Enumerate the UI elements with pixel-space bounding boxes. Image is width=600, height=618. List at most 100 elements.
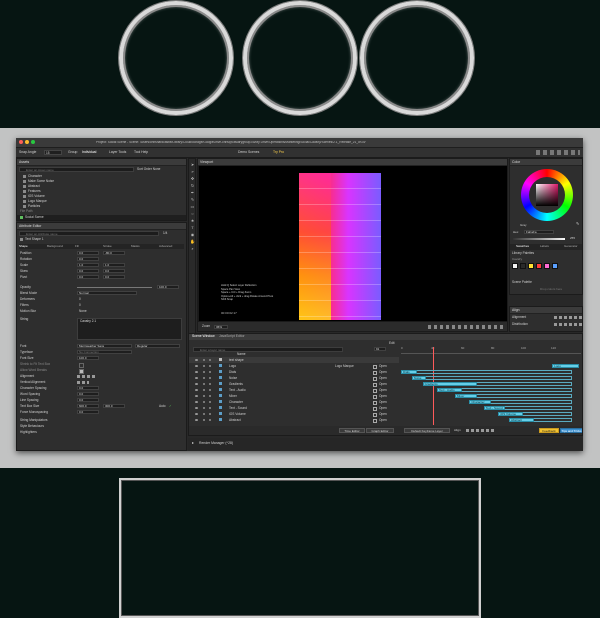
zoom-select[interactable]: 36%: [214, 325, 228, 329]
render-manager-arrow-icon[interactable]: ▸: [192, 441, 194, 445]
timeline-bar[interactable]: Mixer: [455, 394, 477, 398]
solo-icon[interactable]: [209, 377, 211, 379]
attribute-search-input[interactable]: Enter an Attribute name: [19, 231, 159, 236]
graph-editor-button[interactable]: Graph Editor: [366, 428, 394, 433]
camera-tool-icon[interactable]: ◉: [190, 232, 195, 237]
hand-tool-icon[interactable]: ✋: [190, 239, 195, 244]
maximize-window-button[interactable]: [31, 140, 35, 144]
lock-icon[interactable]: [203, 359, 205, 361]
text-tool-icon[interactable]: T: [190, 225, 195, 230]
tab-scene-window[interactable]: Scene Window: [192, 334, 215, 338]
text-box-height-field[interactable]: 300.0: [103, 404, 125, 408]
rotate-tool-icon[interactable]: ↻: [190, 183, 195, 188]
auto-check-icon[interactable]: ✓: [169, 404, 172, 409]
try-pro-button[interactable]: Try Pro: [273, 150, 284, 154]
timeline-bar[interactable]: Dials: [401, 370, 418, 374]
open-checkbox-icon[interactable]: [373, 419, 377, 423]
attribute-value-x[interactable]: 0.0: [77, 251, 99, 255]
time-editor-button[interactable]: Time Editor: [339, 428, 365, 433]
color-swatch[interactable]: [536, 263, 542, 269]
text-box-width-field[interactable]: 600.0: [77, 404, 99, 408]
star-tool-icon[interactable]: ★: [190, 218, 195, 223]
pen-tool-icon[interactable]: ✒: [190, 190, 195, 195]
saturation-square[interactable]: [536, 184, 558, 206]
visibility-eye-icon[interactable]: [195, 377, 198, 379]
current-frame-field[interactable]: 91: [374, 347, 386, 351]
assets-scene-row[interactable]: Social Scene: [17, 215, 186, 220]
lock-icon[interactable]: [203, 377, 205, 379]
lock-icon[interactable]: [203, 383, 205, 385]
character-spacing-field[interactable]: 0.0: [77, 386, 99, 390]
visibility-eye-icon[interactable]: [195, 419, 198, 421]
tab-shape[interactable]: Shape: [19, 245, 28, 248]
font-style-select[interactable]: Regular: [135, 344, 180, 348]
tips-and-tricks-button[interactable]: Tips and Tricks: [560, 428, 582, 433]
visibility-eye-icon[interactable]: [195, 407, 198, 409]
highlighters-row[interactable]: Highlighters: [17, 430, 186, 435]
solo-icon[interactable]: [209, 365, 211, 367]
pencil-tool-icon[interactable]: ✎: [190, 197, 195, 202]
hex-field[interactable]: FaFaFa: [524, 230, 554, 234]
timeline-bar[interactable]: Character: [469, 400, 491, 404]
color-tab-generator[interactable]: Generator: [564, 245, 578, 248]
zoom-tool-icon[interactable]: ⌕: [190, 246, 195, 251]
close-window-button[interactable]: [19, 140, 23, 144]
ellipse-tool-icon[interactable]: ○: [190, 211, 195, 216]
solo-icon[interactable]: [209, 413, 211, 415]
minimize-window-button[interactable]: [25, 140, 29, 144]
string-textarea[interactable]: Cavalry 2.1: [77, 318, 182, 340]
timeline-bar[interactable]: Abstract: [509, 418, 535, 422]
timeline-bar[interactable]: Noise: [411, 376, 427, 380]
drop-colors-area[interactable]: Drop colors here: [540, 288, 562, 291]
tab-advanced[interactable]: Advanced: [159, 245, 172, 248]
solo-icon[interactable]: [209, 419, 211, 421]
timeline-bar[interactable]: Gradients: [422, 382, 477, 386]
feedback-button[interactable]: Feedback: [539, 428, 559, 433]
color-swatch[interactable]: [528, 263, 534, 269]
lock-icon[interactable]: [203, 365, 205, 367]
viewport-controls-icons[interactable]: [428, 325, 504, 329]
attribute-value-x[interactable]: 0.0: [77, 257, 99, 261]
solo-icon[interactable]: [209, 389, 211, 391]
visibility-eye-icon[interactable]: [195, 395, 198, 397]
visibility-eye-icon[interactable]: [195, 383, 198, 385]
tab-fill[interactable]: Fill: [75, 245, 79, 248]
lock-icon[interactable]: [203, 401, 205, 403]
lock-icon[interactable]: [203, 407, 205, 409]
string-manipulators-row[interactable]: String Manipulators: [17, 418, 186, 423]
default-keyframe-select[interactable]: Default Keyframe Layer: [404, 428, 450, 433]
rectangle-tool-icon[interactable]: ▭: [190, 204, 195, 209]
keyframe-align-icons[interactable]: [466, 429, 494, 432]
color-tab-labels[interactable]: Labels: [540, 245, 549, 248]
force-mono-field[interactable]: 0.0: [77, 410, 99, 414]
attribute-value-x[interactable]: 0.0: [77, 269, 99, 273]
timeline-bar[interactable]: Text - Audio: [437, 388, 463, 392]
visibility-eye-icon[interactable]: [195, 371, 198, 373]
lock-icon[interactable]: [203, 413, 205, 415]
snap-angle-field[interactable]: 15: [44, 150, 62, 155]
tab-javascript-editor[interactable]: JavaScript Editor: [219, 334, 245, 338]
visibility-eye-icon[interactable]: [195, 359, 198, 361]
alpha-value[interactable]: 255: [570, 237, 575, 240]
solo-icon[interactable]: [209, 371, 211, 373]
timeline-bar[interactable]: iOS Volume: [498, 412, 524, 416]
solo-icon[interactable]: [209, 383, 211, 385]
word-spacing-field[interactable]: 0.0: [77, 392, 99, 396]
timeline-ruler[interactable]: 0406080100120: [401, 347, 581, 354]
tab-stroke[interactable]: Stroke: [103, 245, 112, 248]
tab-masks[interactable]: Masks: [131, 245, 140, 248]
color-swatch[interactable]: [552, 263, 558, 269]
solo-icon[interactable]: [209, 407, 211, 409]
timeline-bar[interactable]: Logo: [552, 364, 580, 368]
viewport-canvas[interactable]: Hold Q Select Layer Reflection Space Pan …: [199, 166, 507, 321]
layer-row[interactable]: Abstract Open: [189, 417, 399, 423]
assets-search-input[interactable]: Enter an Asset name: [19, 167, 134, 172]
color-tab-swatches[interactable]: Swatches: [516, 245, 529, 248]
color-swatch[interactable]: [520, 263, 526, 269]
color-swatch[interactable]: [512, 263, 518, 269]
attribute-value-y[interactable]: -80.0: [103, 251, 125, 255]
alignment-icons[interactable]: [77, 375, 97, 378]
lock-icon[interactable]: [203, 389, 205, 391]
font-size-field[interactable]: 100.0: [77, 356, 99, 360]
opacity-field[interactable]: 100.0: [157, 285, 179, 289]
